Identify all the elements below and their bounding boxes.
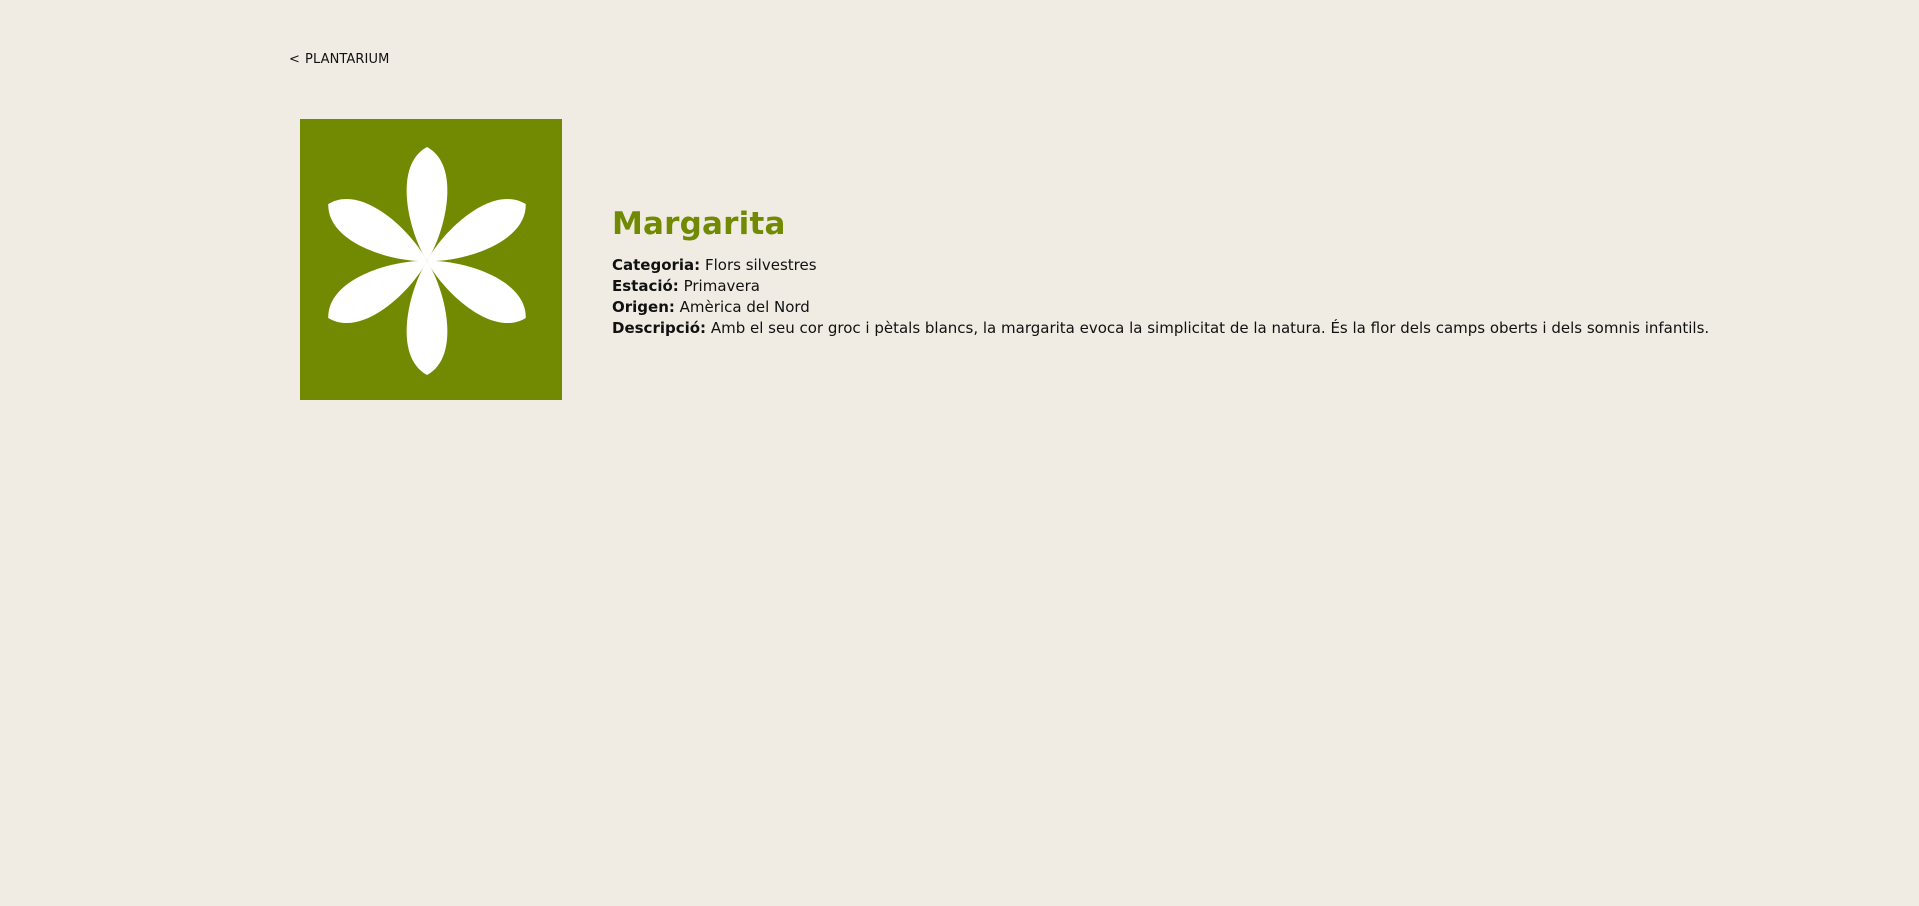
- field-value: Amb el seu cor groc i pètals blancs, la …: [710, 319, 1710, 337]
- field-value: Primavera: [683, 277, 760, 295]
- plant-name: Margarita: [612, 206, 786, 242]
- flower-icon: [328, 147, 526, 375]
- field-label: Estació:: [612, 277, 679, 295]
- field-description: Descripció: Amb el seu cor groc i pètals…: [612, 318, 1812, 339]
- field-season: Estació: Primavera: [612, 276, 1812, 297]
- plant-details: Margarita Categoria: Flors silvestres Es…: [612, 204, 1812, 339]
- field-value: Amèrica del Nord: [679, 298, 810, 316]
- field-value: Flors silvestres: [704, 256, 817, 274]
- back-chevron-icon: <: [289, 52, 300, 67]
- field-label: Descripció:: [612, 319, 707, 337]
- back-link-label: PLANTARIUM: [305, 52, 390, 67]
- field-category: Categoria: Flors silvestres: [612, 255, 1812, 276]
- field-label: Categoria:: [612, 256, 701, 274]
- field-label: Origen:: [612, 298, 675, 316]
- field-origin: Origen: Amèrica del Nord: [612, 297, 1812, 318]
- back-link[interactable]: < PLANTARIUM: [289, 52, 389, 67]
- plant-image: [300, 119, 562, 400]
